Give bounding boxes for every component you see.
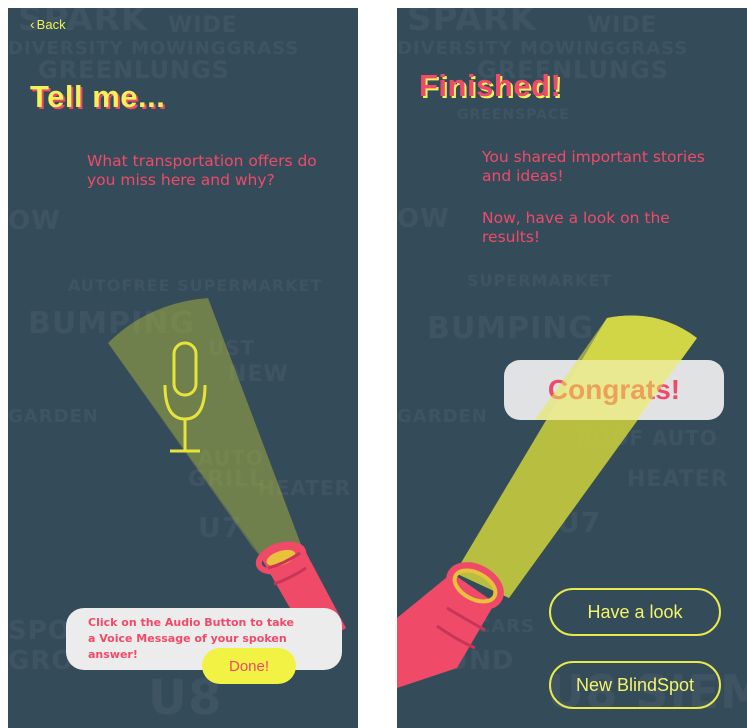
back-button[interactable]: ‹ Back xyxy=(30,16,66,32)
flashlight-icon xyxy=(397,562,504,688)
have-a-look-button[interactable]: Have a look xyxy=(549,588,721,636)
microphone-icon[interactable] xyxy=(162,341,222,459)
new-blindspot-button[interactable]: New BlindSpot xyxy=(549,661,721,709)
results-message: Now, have a look on the results! xyxy=(482,209,670,246)
congrats-badge: Congrats! xyxy=(504,360,724,420)
question-text: What transportation offers do you miss h… xyxy=(87,152,317,189)
finished-message: You shared important stories and ideas! xyxy=(482,148,705,185)
page-title: Tell me... xyxy=(30,79,166,114)
finished-screen: SPARK WIDE DIVERSITY MOWINGGRASS GREENLU… xyxy=(397,8,747,728)
done-button[interactable]: Done! xyxy=(202,648,296,684)
chevron-left-icon: ‹ xyxy=(30,16,35,32)
question-screen: SPARK WIDE DIVERSITY MOWINGGRASS GREENLU… xyxy=(8,8,358,728)
page-title: Finished! xyxy=(419,68,562,103)
